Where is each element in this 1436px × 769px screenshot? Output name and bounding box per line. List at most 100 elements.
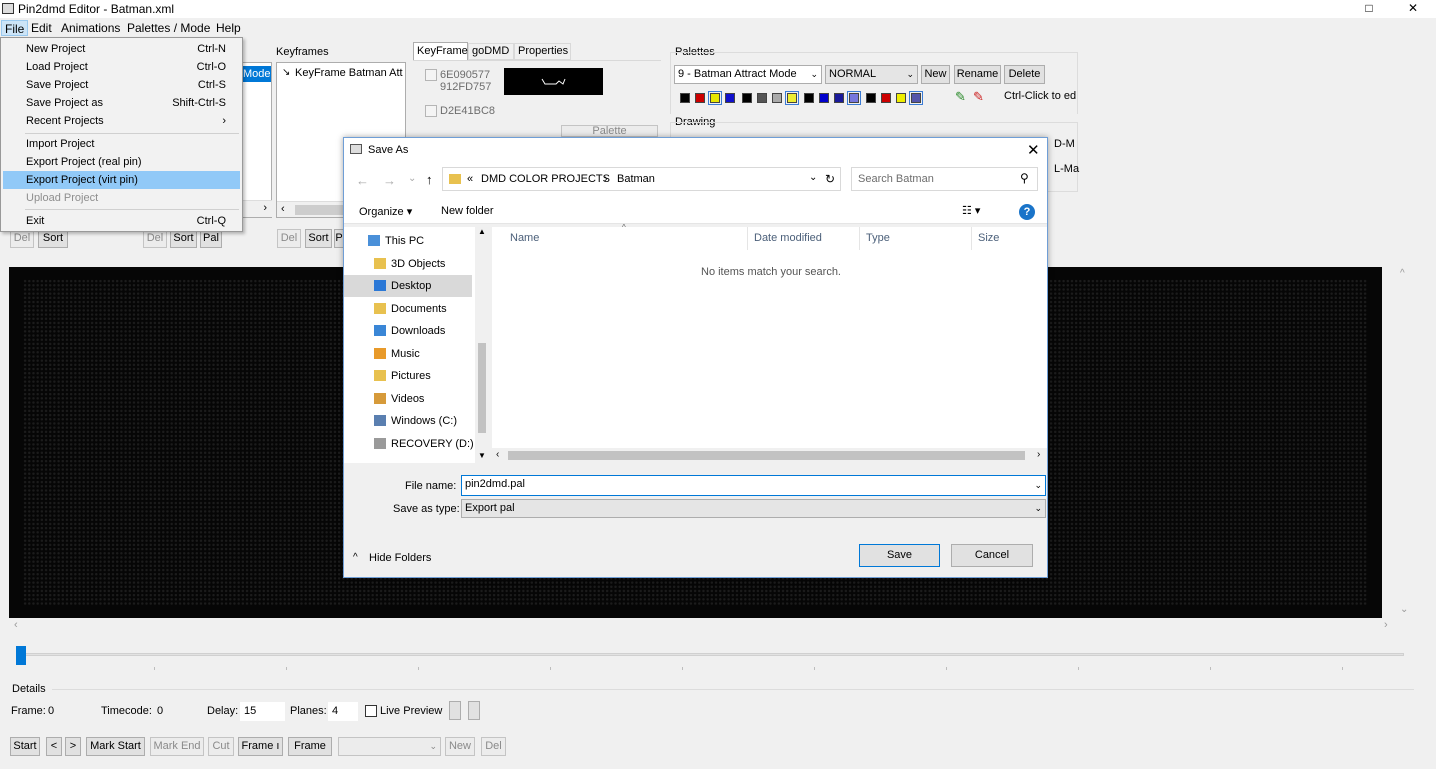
file-list[interactable]: ^ Name Date modified Type Size No items … [492, 223, 1047, 463]
hash-checkbox-3[interactable] [425, 105, 437, 117]
palette-new-button[interactable]: New [921, 65, 950, 84]
menu-item-save-project-as[interactable]: Save Project as Shift-Ctrl-S [3, 94, 240, 112]
palette-select[interactable]: 9 - Batman Attract Mode ⌄ [674, 65, 822, 84]
back-arrow-icon[interactable]: ← [356, 173, 369, 188]
column-size[interactable]: Size [972, 227, 1047, 250]
planes-input[interactable]: 4 [328, 702, 358, 721]
scroll-left-icon[interactable]: ‹ [281, 203, 285, 215]
file-name-input[interactable]: pin2dmd.pal ⌄ [461, 475, 1046, 496]
search-box[interactable]: Search Batman ⚲ [851, 167, 1038, 191]
maximize-icon[interactable]: □ [1352, 0, 1386, 16]
mark-start-button[interactable]: Mark Start [86, 737, 145, 756]
hide-folders-button[interactable]: Hide Folders [369, 552, 431, 564]
cancel-button[interactable]: Cancel [951, 544, 1033, 567]
frame-button[interactable]: Frame [288, 737, 332, 756]
palette-type-select[interactable]: NORMAL ⌄ [825, 65, 918, 84]
path-segment-batman[interactable]: Batman [617, 173, 655, 185]
tree-scroll-thumb[interactable] [478, 343, 486, 433]
live-preview-checkbox[interactable] [365, 705, 377, 717]
details-small-button-1[interactable] [449, 701, 461, 720]
tree-scroll-down-icon[interactable]: ▼ [478, 451, 486, 460]
palette-swatch[interactable] [896, 93, 906, 103]
palette-swatch[interactable] [772, 93, 782, 103]
mark-end-button[interactable]: Mark End [150, 737, 204, 756]
address-dropdown-icon[interactable]: ⌄ [809, 172, 817, 183]
keyframe-del-button[interactable]: Del [277, 229, 301, 248]
tree-item-3d-objects[interactable]: 3D Objects [344, 253, 474, 275]
menu-item-recent-projects[interactable]: Recent Projects › [3, 112, 240, 130]
folder-tree[interactable]: This PC 3D Objects Desktop Documents Downloa… [344, 227, 489, 463]
path-segment-dmd-color-projects[interactable]: DMD COLOR PROJECTS [481, 173, 610, 185]
save-type-select[interactable]: Export pal ⌄ [461, 499, 1046, 518]
keyframe-item[interactable]: KeyFrame Batman Att [295, 67, 405, 79]
next-frame-button[interactable]: > [65, 737, 81, 756]
file-list-hscrollbar[interactable]: ‹ › [492, 448, 1047, 463]
scroll-right-icon[interactable]: › [1384, 619, 1388, 631]
timeline-thumb[interactable] [16, 646, 26, 665]
tree-item-recovery-d[interactable]: RECOVERY (D:) [344, 433, 474, 455]
palette-swatch[interactable] [742, 93, 752, 103]
scroll-up-icon[interactable]: ^ [1400, 268, 1405, 279]
new-button[interactable]: New [445, 737, 475, 756]
prev-frame-button[interactable]: < [46, 737, 62, 756]
palette-swatch[interactable] [695, 93, 705, 103]
palette-swatch[interactable] [804, 93, 814, 103]
delay-input[interactable]: 15 [240, 702, 285, 721]
tree-item-pictures[interactable]: Pictures [344, 365, 474, 387]
palette-swatch[interactable] [834, 93, 844, 103]
menu-edit[interactable]: Edit [28, 20, 55, 36]
path-overflow[interactable]: « [467, 173, 473, 185]
tab-properties[interactable]: Properties [514, 43, 571, 60]
forward-arrow-icon[interactable]: → [383, 173, 396, 188]
refresh-icon[interactable]: ↻ [825, 172, 835, 186]
column-name[interactable]: Name [504, 227, 748, 250]
column-type[interactable]: Type [860, 227, 972, 250]
timeline-track[interactable] [16, 653, 1404, 656]
view-options-icon[interactable]: ☷ ▾ [962, 204, 980, 217]
tree-item-videos[interactable]: Videos [344, 388, 474, 410]
menu-item-export-real-pin[interactable]: Export Project (real pin) [3, 153, 240, 171]
menu-animations[interactable]: Animations [58, 20, 123, 36]
eyedropper-green-icon[interactable]: ✎ [955, 89, 966, 105]
help-icon[interactable]: ? [1019, 204, 1035, 220]
frame-select[interactable]: ⌄ [338, 737, 441, 756]
details-small-button-2[interactable] [468, 701, 480, 720]
tree-scroll-up-icon[interactable]: ▲ [478, 227, 486, 236]
del-button[interactable]: Del [481, 737, 506, 756]
hscroll-thumb[interactable] [508, 451, 1025, 460]
palette-swatch[interactable] [725, 93, 735, 103]
menu-item-export-virt-pin[interactable]: Export Project (virt pin) [3, 171, 240, 189]
tree-item-downloads[interactable]: Downloads [344, 320, 474, 342]
menu-file[interactable]: File [1, 20, 29, 36]
scroll-left-icon[interactable]: ‹ [14, 619, 18, 631]
frame-copy-button[interactable]: Frame ı [238, 737, 283, 756]
dialog-close-icon[interactable]: ✕ [1027, 141, 1040, 159]
tree-item-music[interactable]: Music [344, 343, 474, 365]
scene-list-item-selected[interactable]: Mode [241, 66, 271, 82]
palette-swatch[interactable] [819, 93, 829, 103]
tree-item-desktop[interactable]: Desktop [344, 275, 472, 297]
menu-item-load-project[interactable]: Load Project Ctrl-O [3, 58, 240, 76]
palette-swatch[interactable] [847, 91, 861, 105]
tab-godmd[interactable]: goDMD [468, 43, 514, 60]
keyframe-sort-button[interactable]: Sort [305, 229, 332, 248]
close-icon[interactable]: ✕ [1396, 0, 1430, 16]
hscroll-left-icon[interactable]: ‹ [496, 449, 499, 460]
tree-scrollbar[interactable]: ▲ ▼ [475, 227, 489, 463]
menu-palettes-mode[interactable]: Palettes / Mode [124, 20, 213, 36]
organize-button[interactable]: Organize ▾ [359, 205, 412, 218]
tree-item-windows-c[interactable]: Windows (C:) [344, 410, 474, 432]
palette-swatch[interactable] [909, 91, 923, 105]
tree-item-documents[interactable]: Documents [344, 298, 474, 320]
recent-chevron-icon[interactable]: ⌄ [408, 173, 416, 184]
menu-item-import-project[interactable]: Import Project [3, 135, 240, 153]
eyedropper-red-icon[interactable]: ✎ [973, 89, 984, 105]
palette-delete-button[interactable]: Delete [1004, 65, 1045, 84]
palette-rename-button[interactable]: Rename [954, 65, 1001, 84]
palette-button[interactable]: Palette [561, 125, 658, 137]
hash-checkbox-1[interactable] [425, 69, 437, 81]
palette-swatch[interactable] [881, 93, 891, 103]
chevron-down-icon[interactable]: ⌄ [1034, 477, 1042, 494]
scroll-down-icon[interactable]: ⌄ [1400, 604, 1408, 615]
menu-item-upload-project[interactable]: Upload Project [3, 189, 240, 207]
